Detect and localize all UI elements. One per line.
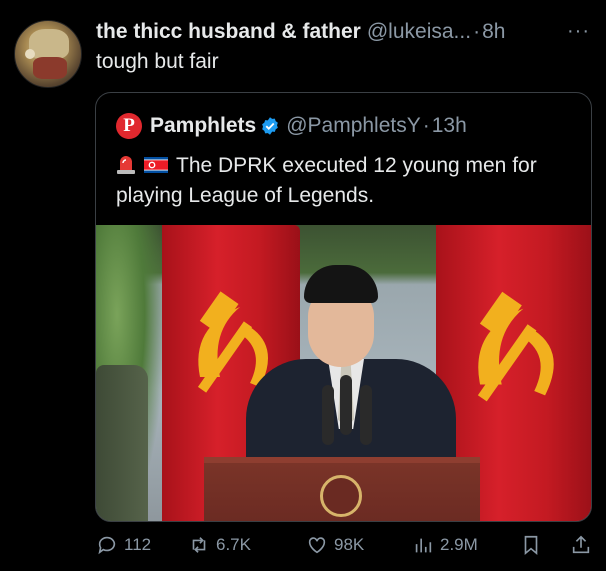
siren-icon (117, 156, 135, 174)
separator: · (473, 20, 481, 43)
north-korea-flag-icon (144, 157, 168, 173)
post-text: tough but fair (96, 50, 219, 73)
repost-count: 6.7K (216, 535, 251, 554)
views-icon (415, 538, 432, 553)
author-handle[interactable]: @lukeisa... (367, 20, 471, 44)
share-icon (572, 535, 590, 554)
quoted-separator: · (422, 114, 430, 137)
quoted-post-header: P Pamphlets @PamphletsY · 13h (116, 113, 467, 139)
views-button[interactable]: 2.9M (412, 534, 478, 556)
quoted-author-name[interactable]: Pamphlets (150, 114, 256, 138)
repost-icon (192, 537, 206, 553)
post-header: the thicc husband & father @lukeisa... ·… (96, 18, 590, 46)
bookmark-icon (524, 535, 538, 556)
soldier-figure (96, 365, 148, 521)
share-button[interactable] (570, 534, 598, 556)
attached-photo[interactable] (96, 225, 591, 521)
bookmark-button[interactable] (520, 534, 548, 556)
author-avatar[interactable] (14, 20, 82, 88)
quoted-post-text: The DPRK executed 12 young men for playi… (116, 154, 537, 207)
author-name[interactable]: the thicc husband & father (96, 20, 361, 44)
hammer-sickle-emblem-right (477, 291, 554, 402)
verified-icon (262, 117, 279, 135)
reply-icon (98, 536, 116, 555)
podium-seal (320, 475, 362, 517)
action-bar: 112 6.7K 98K 2.9M (96, 534, 596, 562)
like-button[interactable]: 98K (306, 534, 364, 556)
post: the thicc husband & father @lukeisa... ·… (0, 0, 606, 571)
quoted-author-handle[interactable]: @PamphletsY (286, 114, 421, 138)
podium (204, 457, 480, 521)
quoted-post-time[interactable]: 13h (432, 114, 467, 138)
quoted-author-avatar[interactable]: P (116, 113, 142, 139)
repost-button[interactable]: 6.7K (188, 534, 251, 556)
quoted-post[interactable]: P Pamphlets @PamphletsY · 13h The DPRK e… (95, 92, 592, 522)
reply-count: 112 (124, 535, 152, 554)
like-icon (308, 537, 326, 554)
post-time[interactable]: 8h (482, 20, 505, 44)
reply-button[interactable]: 112 (96, 534, 151, 556)
view-count: 2.9M (440, 535, 478, 554)
like-count: 98K (334, 535, 365, 554)
more-options-icon[interactable]: ··· (567, 20, 590, 43)
quoted-post-text-block: The DPRK executed 12 young men for playi… (116, 151, 576, 211)
